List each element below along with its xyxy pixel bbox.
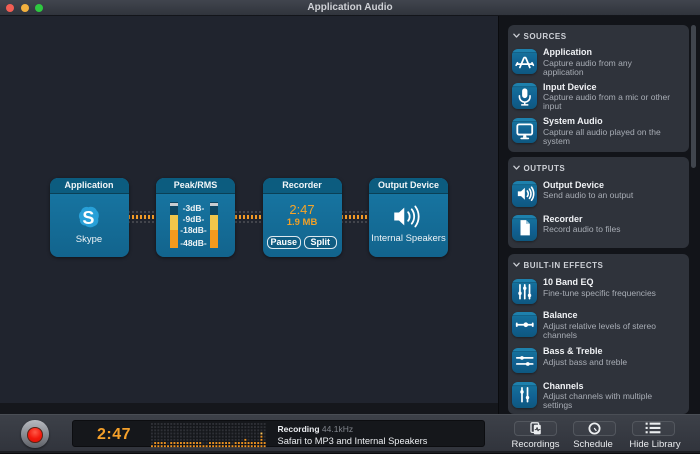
svg-text:S: S <box>82 208 94 228</box>
